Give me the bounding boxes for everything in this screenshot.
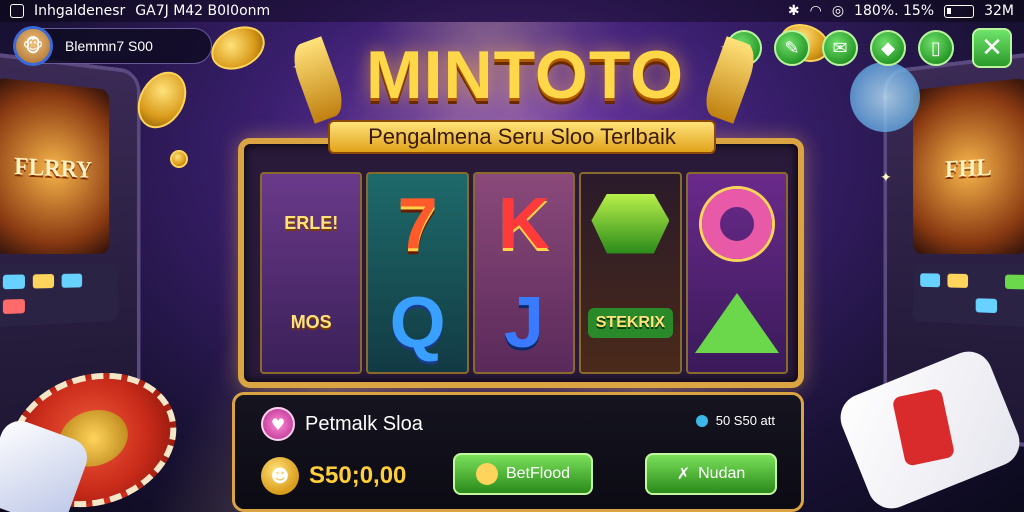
reel-symbol (688, 174, 786, 273)
bet-button-label: BetFlood (505, 465, 571, 482)
status-app-name: Inhgaldenesr (34, 3, 126, 19)
battery-text: 180%. 15% (854, 3, 935, 19)
reel-symbol (581, 174, 679, 273)
reel-5 (685, 172, 789, 374)
left-machine-screen: FLRRY (0, 77, 110, 255)
panel-label: Petmalk Sloa (305, 412, 423, 435)
book-icon: ▯ (931, 37, 941, 59)
shield-button[interactable]: ◆ (870, 30, 906, 66)
alarm-icon: ◎ (831, 3, 845, 19)
reel-3: K J (472, 172, 576, 374)
profile-pill[interactable]: 🐵 Blemmn7 S00 (13, 26, 212, 66)
balance-display: ☻ S50;0,00 (261, 457, 406, 495)
subtitle-ribbon: Pengalmena Seru Sloo Terlbaik (328, 120, 716, 154)
close-button[interactable]: ✕ (972, 28, 1012, 68)
reels: ERLE! MOS 7 Q K J STEKRIX (260, 172, 789, 374)
reel-symbol: MOS (290, 312, 332, 332)
edit-button[interactable]: ✎ (774, 30, 810, 66)
reel-symbol: 7 (397, 183, 438, 264)
bluetooth-icon: ✱ (787, 3, 800, 19)
coin-icon: ☻ (261, 457, 299, 495)
sparkle-icon: ✦ (880, 170, 892, 186)
slot-icon: ♥ (261, 407, 295, 441)
panel-info: 50 S50 att (695, 413, 775, 428)
info-icon (695, 414, 708, 427)
reel-symbol (688, 273, 786, 372)
reel-symbol: STEKRIX (581, 273, 679, 372)
book-button[interactable]: ▯ (918, 30, 954, 66)
gem-icon (591, 193, 670, 254)
bet-icon (475, 463, 498, 485)
avatar[interactable]: 🐵 (13, 26, 53, 66)
right-machine-panel (913, 263, 1024, 328)
reel-symbol: ERLE! (284, 213, 339, 233)
wifi-icon: ◠ (809, 3, 822, 19)
signal-text: 32M (984, 3, 1014, 19)
app-icon (10, 4, 24, 18)
bottle-symbol-label: STEKRIX (587, 307, 674, 338)
spin-button-label: Nudan (698, 465, 746, 482)
mail-button[interactable]: ✉ (822, 30, 858, 66)
coin-decoration (170, 150, 188, 168)
spin-icon: ✗ (676, 466, 691, 483)
right-machine-screen: FHL (913, 77, 1024, 255)
reel-1: ERLE! MOS (260, 172, 363, 374)
control-panel: ♥ Petmalk Sloa 50 S50 att ☻ S50;0,00 Bet… (232, 392, 804, 512)
spin-button[interactable]: ✗ Nudan (645, 453, 777, 495)
status-time: GA7J M42 B0I0onm (135, 3, 271, 19)
reel-symbol: J (503, 282, 545, 363)
info-text: 50 S50 att (715, 413, 775, 428)
reel-symbol: K (498, 183, 551, 264)
reel-2: 7 Q (366, 172, 469, 374)
game-title: MINTOTO (365, 37, 685, 113)
balance-value: S50;0,00 (309, 462, 407, 489)
pyramid-icon (694, 292, 779, 353)
coin-decoration (204, 18, 272, 78)
chip-decoration (850, 62, 920, 132)
status-bar: Inhgaldenesr GA7J M42 B0I0onm ✱ ◠ ◎ 180%… (0, 0, 1024, 22)
reel-symbol: Q (389, 282, 446, 363)
donut-icon (701, 188, 772, 259)
profile-name: Blemmn7 S00 (65, 38, 153, 54)
reel-4: STEKRIX (579, 172, 682, 374)
shield-icon: ◆ (881, 37, 895, 59)
edit-icon: ✎ (784, 37, 800, 59)
reel-frame: ERLE! MOS 7 Q K J STEKRIX (238, 138, 804, 388)
top-toolbar: ✂ ✎ ✉ ◆ ▯ ✕ (726, 28, 1012, 68)
left-machine-panel (0, 263, 118, 327)
bet-button[interactable]: BetFlood (453, 453, 593, 495)
mail-icon: ✉ (832, 37, 848, 59)
battery-icon (944, 4, 975, 18)
panel-header: ♥ Petmalk Sloa (261, 407, 423, 441)
close-icon: ✕ (981, 33, 1003, 63)
